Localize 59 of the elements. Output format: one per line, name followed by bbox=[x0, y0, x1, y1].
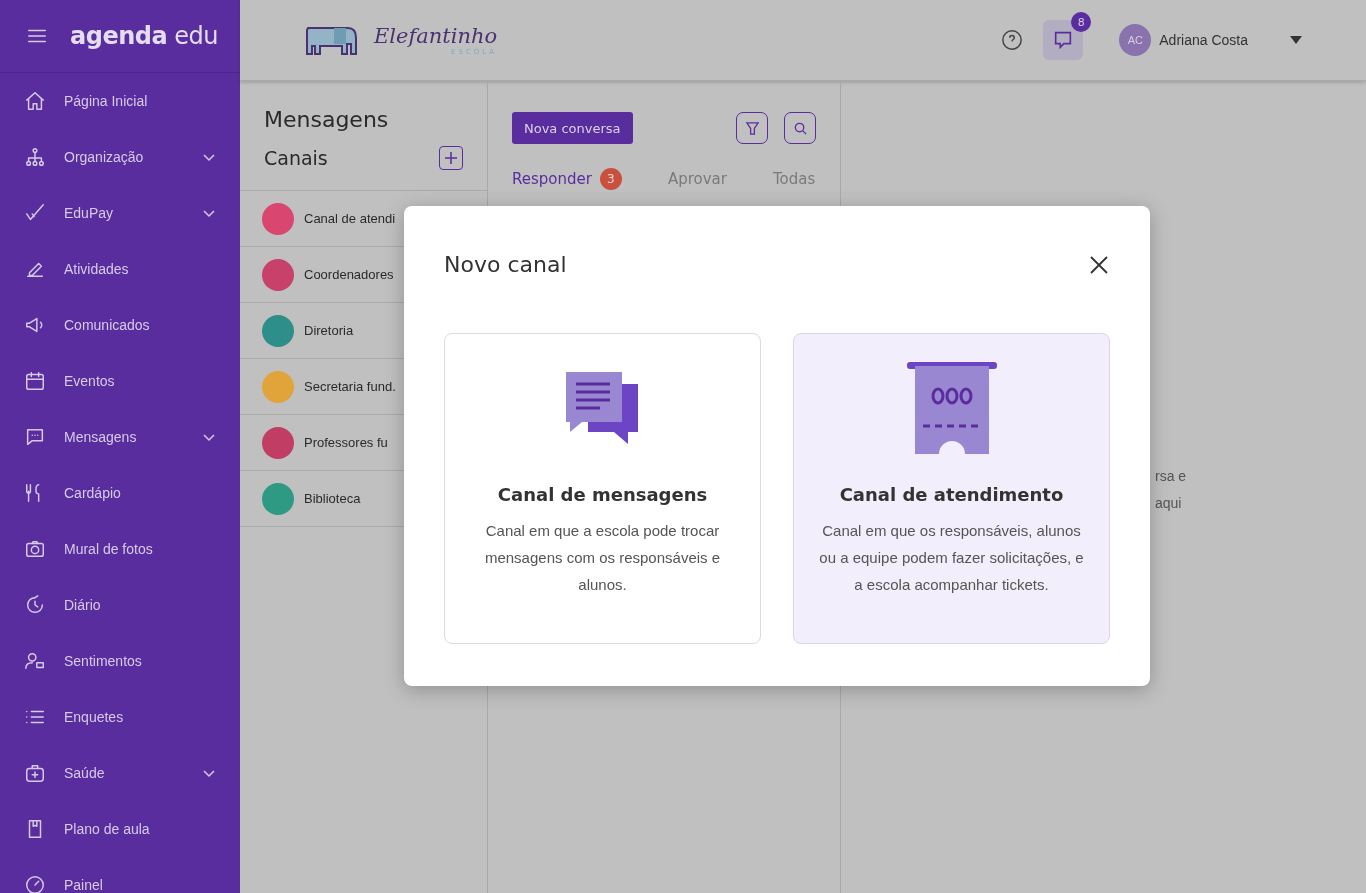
option-description: Canal em que a escola pode trocar mensagens com os responsáveis e alunos. bbox=[483, 521, 722, 595]
add-channel-button[interactable] bbox=[439, 146, 463, 170]
sidebar-item[interactable]: Diário bbox=[64, 597, 216, 613]
count-badge: 3 bbox=[599, 168, 622, 190]
help-icon[interactable] bbox=[1001, 29, 1024, 51]
close-button[interactable] bbox=[1088, 253, 1110, 276]
empty-state-text: aqui bbox=[1155, 494, 1183, 513]
channel-name[interactable]: Diretoria bbox=[304, 323, 354, 338]
empty-state-text: rsa e bbox=[1155, 467, 1188, 486]
channel-name[interactable]: Canal de atendi bbox=[304, 211, 396, 226]
calendar-icon bbox=[24, 370, 46, 392]
new-conversation-button[interactable]: Nova conversa bbox=[512, 112, 633, 144]
filter-icon bbox=[744, 120, 760, 136]
sidebar-item[interactable]: EduPay bbox=[64, 205, 184, 221]
option-description: Canal em que os responsáveis, alunos ou a equipe podem fazer solicitações, e a escola acompanhar tickets. bbox=[818, 521, 1085, 595]
messages-button[interactable] bbox=[1043, 20, 1084, 60]
section-title: Canais bbox=[264, 147, 328, 169]
channel-option-card[interactable]: Canal de atendimento Canal em que os responsáveis, alunos ou a equipe podem fazer solicitações, e a escola acompanhar tickets. bbox=[793, 333, 1110, 644]
ticket-icon bbox=[906, 362, 997, 454]
sidebar-item[interactable]: Organização bbox=[64, 149, 184, 165]
channel-name[interactable]: Secretaria fund. bbox=[304, 379, 396, 394]
dialog-title: Novo canal bbox=[444, 252, 567, 277]
option-title: Canal de atendimento bbox=[839, 484, 1064, 505]
sidebar-item[interactable]: Mural de fotos bbox=[64, 541, 216, 557]
gauge-icon bbox=[24, 874, 46, 893]
sidebar-item[interactable]: Atividades bbox=[64, 261, 216, 277]
home-icon bbox=[24, 90, 46, 112]
search-button[interactable] bbox=[784, 112, 816, 144]
plus-icon bbox=[444, 151, 458, 165]
sidebar-item[interactable]: Mensagens bbox=[64, 429, 184, 445]
option-title: Canal de mensagens bbox=[497, 484, 708, 505]
school-name: Elefantinho bbox=[374, 24, 498, 48]
channel-name[interactable]: Professores fu bbox=[304, 435, 388, 450]
page-title: Mensagens bbox=[264, 107, 390, 132]
sidebar-item[interactable]: Eventos bbox=[64, 373, 216, 389]
clock-icon bbox=[24, 594, 46, 616]
channel-name[interactable]: Biblioteca bbox=[304, 491, 361, 506]
sidebar-item[interactable]: Plano de aula bbox=[64, 821, 216, 837]
first-aid-icon bbox=[24, 762, 46, 784]
user-name[interactable]: Adriana Costa bbox=[1159, 32, 1248, 48]
app-logo: agenda edu bbox=[70, 22, 218, 50]
camera-icon bbox=[24, 538, 46, 560]
sidebar-item[interactable]: Enquetes bbox=[64, 709, 216, 725]
hierarchy-icon bbox=[24, 146, 46, 168]
dropdown-triangle-icon[interactable] bbox=[1290, 35, 1302, 45]
sidebar-item[interactable]: Saúde bbox=[64, 765, 184, 781]
channel-option-card[interactable]: Canal de mensagens Canal em que a escola pode trocar mensagens com os responsáveis e alunos. bbox=[444, 333, 761, 644]
filter-button[interactable] bbox=[736, 112, 768, 144]
sidebar-item[interactable]: Comunicados bbox=[64, 317, 216, 333]
sidebar-item[interactable]: Painel bbox=[64, 877, 216, 893]
channel-name[interactable]: Coordenadores bbox=[304, 267, 394, 282]
sidebar-item[interactable]: Sentimentos bbox=[64, 653, 216, 669]
search-icon bbox=[792, 120, 808, 136]
notification-badge: 8 bbox=[1071, 12, 1092, 32]
sidebar-item[interactable]: Cardápio bbox=[64, 485, 216, 501]
person-icon bbox=[24, 650, 46, 672]
sidebar-item[interactable]: Página Inicial bbox=[64, 93, 216, 109]
tab[interactable]: Responder 3 bbox=[512, 168, 622, 190]
chat-icon bbox=[24, 426, 46, 448]
